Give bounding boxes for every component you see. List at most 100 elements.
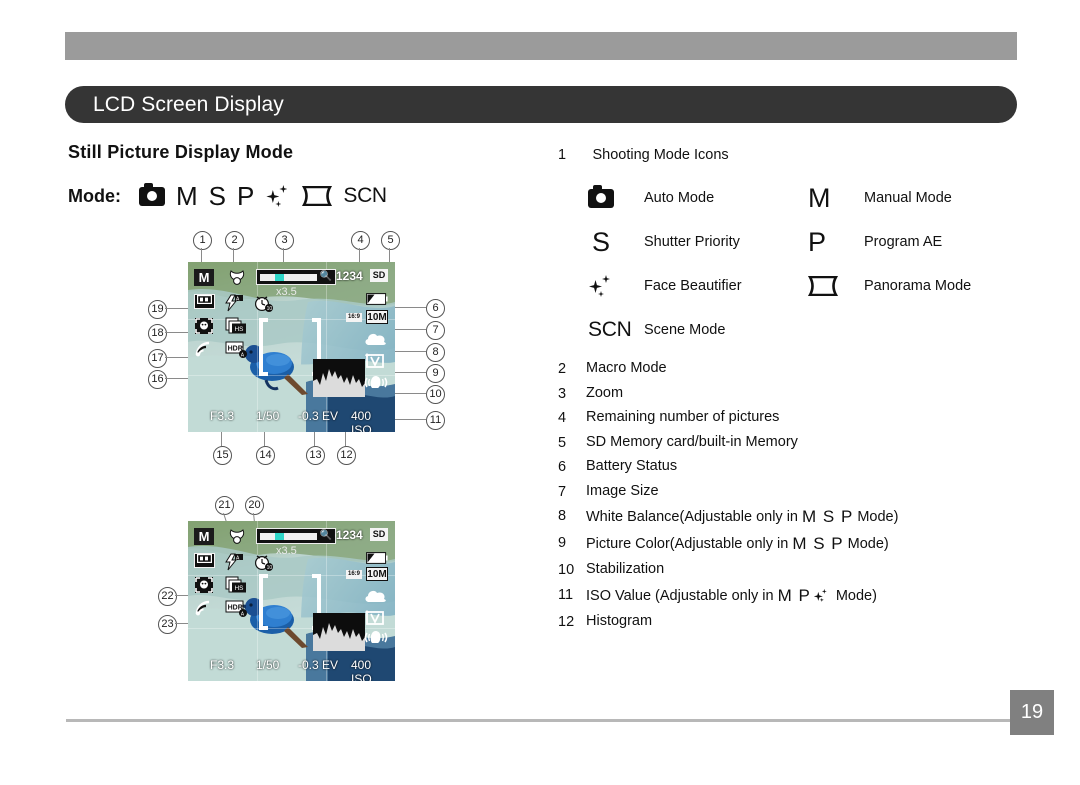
program-ae-label: Program AE xyxy=(864,234,943,250)
osd2-picture-color-icon xyxy=(364,609,386,625)
program-ae-icon-2: P xyxy=(808,226,827,257)
legend-number-11: 11 xyxy=(558,586,574,603)
shutter-priority-icon-2: S xyxy=(592,226,611,257)
scene-mode-icon-2: SCN xyxy=(588,318,632,341)
auto-mode-icon xyxy=(588,184,644,208)
legend-text-11: ISO Value (Adjustable only in M P Mode) xyxy=(586,585,877,605)
mode-row-1: Auto Mode M Manual Mode xyxy=(588,176,1028,220)
shooting-mode-grid: Auto Mode M Manual Mode S Shutter Priori… xyxy=(588,176,1028,352)
auto-mode-label: Auto Mode xyxy=(644,190,715,206)
osd2-af-icon xyxy=(194,553,215,568)
legend-text-4: Remaining number of pictures xyxy=(586,409,780,425)
osd2-exposure-value: -0.3 EV xyxy=(298,658,339,672)
manual-mode-icon-2: M xyxy=(808,182,831,213)
legend-text-6: Battery Status xyxy=(586,458,678,474)
osd2-wifi-icon xyxy=(194,600,216,616)
legend-text-7: Image Size xyxy=(586,482,659,499)
legend-list: 2 Macro Mode 3 Zoom 4 Remaining number o… xyxy=(558,360,1028,639)
legend-item-1: 1 Shooting Mode Icons xyxy=(558,146,729,164)
legend-text-2: Macro Mode xyxy=(586,360,667,376)
mode-cell-program: P Program AE xyxy=(808,226,1028,257)
mode-row-3: Face Beautifier Panorama Mode xyxy=(588,264,1028,308)
footer-divider xyxy=(66,719,1016,722)
callout-20: 20 xyxy=(245,496,264,515)
osd2-zoom-bar: 🔍 xyxy=(256,528,336,544)
face-beautifier-icon-2 xyxy=(588,274,644,298)
osd2-aperture: F3.3 xyxy=(210,658,235,672)
manual-page: LCD Screen Display Still Picture Display… xyxy=(0,0,1080,785)
page-number: 19 xyxy=(1020,701,1044,723)
osd2-sd-card: SD xyxy=(370,528,388,541)
legend-text-8: White Balance(Adjustable only in M S P M… xyxy=(586,507,899,526)
legend-number-6: 6 xyxy=(558,459,567,475)
legend-text-3: Zoom xyxy=(586,384,624,401)
legend-number-12: 12 xyxy=(558,614,575,631)
mode-glyphs-8: M S P xyxy=(802,507,854,526)
callout-23: 23 xyxy=(158,615,177,634)
scene-mode-label: Scene Mode xyxy=(644,322,726,338)
legend-number-8: 8 xyxy=(558,508,567,524)
legend-number-1: 1 xyxy=(558,147,567,163)
osd2-hdr-icon: HDR A xyxy=(225,600,247,617)
face-beautifier-icon-inline xyxy=(813,588,829,602)
legend-item-3: 3 Zoom xyxy=(558,384,1028,402)
callout-21: 21 xyxy=(215,496,234,515)
osd2-iso-value: 400 ISO xyxy=(351,658,372,681)
mode-row-2: S Shutter Priority P Program AE xyxy=(588,220,1028,264)
osd2-battery-icon xyxy=(366,551,388,564)
legend-text-1: Shooting Mode Icons xyxy=(592,147,729,163)
osd2-burst-hs-icon: HS xyxy=(225,576,247,594)
lcd-screen-preview-2: M 🔍 x3.5 A 10 HS HDR A 1234 SD 16:9 10M … xyxy=(188,521,395,681)
legend-item-11: 11 ISO Value (Adjustable only in M P Mod… xyxy=(558,585,1028,606)
legend-item-10: 10 Stabilization xyxy=(558,561,1028,579)
legend-text-12: Histogram xyxy=(586,613,653,630)
shutter-priority-label: Shutter Priority xyxy=(644,234,740,250)
legend-text-9: Picture Color(Adjustable only in M S P M… xyxy=(586,534,889,554)
legend-number-5: 5 xyxy=(558,434,567,451)
svg-text:10: 10 xyxy=(267,565,273,571)
legend-number-10: 10 xyxy=(558,562,575,579)
grid-line2-v2 xyxy=(326,521,327,681)
legend-text-5: SD Memory card/built-in Memory xyxy=(586,433,798,450)
osd2-histogram xyxy=(313,613,365,656)
osd2-flash-icon: A xyxy=(224,553,244,571)
osd2-shutter-speed: 1/50 xyxy=(256,658,280,672)
osd2-remaining-count: 1234 xyxy=(336,528,363,542)
mode-row-4: SCN Scene Mode xyxy=(588,308,1028,352)
osd2-white-balance-cloud-icon xyxy=(364,589,388,603)
face-beautifier-label: Face Beautifier xyxy=(644,278,742,294)
osd2-stabilization-icon xyxy=(364,629,388,645)
mode-cell-manual: M Manual Mode xyxy=(808,182,1028,213)
manual-mode-label: Manual Mode xyxy=(864,190,952,206)
lcd-diagram-secondary: 21 20 22 23 M 🔍 x3.5 A 10 HS HDR A 1234 … xyxy=(0,0,480,785)
legend-item-6: 6 Battery Status xyxy=(558,458,1028,475)
legend-text-10: Stabilization xyxy=(586,561,665,578)
callout-22: 22 xyxy=(158,587,177,606)
legend-item-9: 9 Picture Color(Adjustable only in M S P… xyxy=(558,534,1028,554)
panorama-mode-label: Panorama Mode xyxy=(864,278,972,294)
legend-number-2: 2 xyxy=(558,361,567,377)
mode-glyphs-9: M S P xyxy=(792,534,844,554)
osd2-image-size: 10M xyxy=(366,567,388,581)
legend-number-7: 7 xyxy=(558,483,567,500)
legend-number-4: 4 xyxy=(558,410,567,426)
legend-number-9: 9 xyxy=(558,535,567,552)
legend-item-7: 7 Image Size xyxy=(558,482,1028,500)
mode-cell-panorama: Panorama Mode xyxy=(808,276,1028,296)
page-number-box: 19 xyxy=(1010,690,1054,735)
legend-item-8: 8 White Balance(Adjustable only in M S P… xyxy=(558,507,1028,527)
legend-item-12: 12 Histogram xyxy=(558,613,1028,631)
osd2-af-bracket-left xyxy=(258,574,270,635)
mode-cell-scene: SCN Scene Mode xyxy=(588,318,813,342)
legend-number-3: 3 xyxy=(558,385,567,402)
legend-item-2: 2 Macro Mode xyxy=(558,360,1028,377)
mode-cell-shutter: S Shutter Priority xyxy=(588,226,808,257)
osd2-aspect-ratio: 16:9 xyxy=(346,570,362,579)
grid-line2-h1 xyxy=(188,575,395,576)
panorama-mode-icon-2 xyxy=(808,276,864,296)
mode-cell-auto: Auto Mode xyxy=(588,184,808,208)
osd2-macro-icon xyxy=(228,527,246,546)
svg-text:HS: HS xyxy=(235,585,244,592)
mode-cell-face: Face Beautifier xyxy=(588,274,808,298)
legend-item-4: 4 Remaining number of pictures xyxy=(558,409,1028,426)
